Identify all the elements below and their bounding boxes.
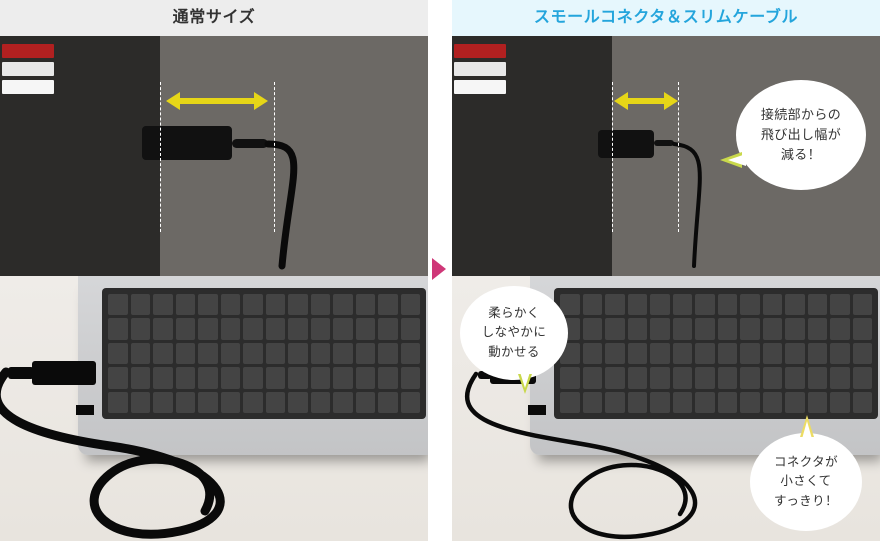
measure-dash-left	[612, 82, 613, 232]
callout-text: コネクタが 小さくて すっきり！	[774, 453, 838, 511]
title-normal-size: 通常サイズ	[0, 0, 428, 36]
tv-edge	[0, 36, 160, 276]
tv-edge	[452, 36, 612, 276]
callout-tail-inner	[728, 154, 746, 166]
cable-loop-normal	[0, 356, 300, 541]
callout-small-connector: コネクタが 小さくて すっきり！	[750, 433, 862, 531]
cable-curve	[230, 136, 410, 276]
measure-dash-right	[274, 82, 275, 232]
callout-tail-inner	[520, 372, 530, 388]
protrusion-arrow-slim	[626, 98, 666, 104]
tv-labels	[0, 40, 54, 96]
hdmi-plug-normal	[142, 126, 232, 160]
arrow-right-icon	[432, 258, 446, 280]
hdmi-plug-slim	[598, 130, 654, 158]
callout-tail-inner	[802, 421, 812, 439]
tv-labels	[452, 40, 506, 96]
cable-loop-slim	[452, 362, 772, 541]
compare-divider	[428, 0, 452, 541]
title-small-connector: スモールコネクタ＆スリムケーブル	[452, 0, 880, 36]
callout-text: 柔らかく しなやかに 動かせる	[482, 304, 546, 362]
scene-tv-normal	[0, 36, 428, 276]
scene-laptop-slim: 柔らかく しなやかに 動かせる コネクタが 小さくて すっきり！	[452, 276, 880, 541]
callout-text: 接続部からの 飛び出し幅が 減る！	[761, 105, 841, 165]
measure-dash-left	[160, 82, 161, 232]
scene-tv-slim: 接続部からの 飛び出し幅が 減る！	[452, 36, 880, 276]
callout-protrusion: 接続部からの 飛び出し幅が 減る！	[736, 80, 866, 190]
protrusion-arrow-normal	[178, 98, 256, 104]
callout-flex: 柔らかく しなやかに 動かせる	[460, 286, 568, 380]
scene-laptop-normal	[0, 276, 428, 541]
measure-dash-right	[678, 82, 679, 232]
